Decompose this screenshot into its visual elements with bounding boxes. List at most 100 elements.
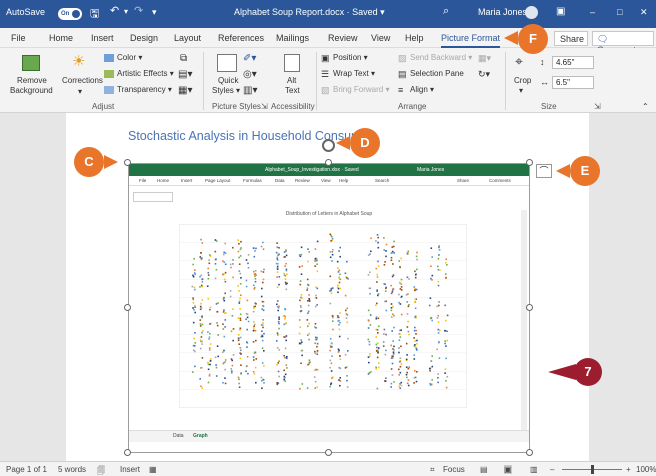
proofing-icon[interactable]: 🗐 <box>97 465 105 476</box>
undo-icon[interactable]: ↶ <box>110 4 119 17</box>
document-title[interactable]: Alphabet Soup Report.docx · Saved ▾ <box>234 7 385 18</box>
align-icon[interactable]: ≡ <box>398 85 403 95</box>
tab-review[interactable]: Review <box>328 33 358 43</box>
quick-styles-label-2[interactable]: Styles ▾ <box>212 86 240 95</box>
crop-label[interactable]: Crop <box>514 76 531 85</box>
ribbon-display-icon[interactable]: ▣ <box>556 6 565 17</box>
customize-toolbar-icon[interactable]: ▾ <box>152 7 157 18</box>
tab-picture-format[interactable]: Picture Format <box>441 33 501 48</box>
avatar[interactable] <box>525 6 538 19</box>
macro-icon[interactable]: ▦ <box>149 465 157 474</box>
picture-border-icon[interactable]: ✐▾ <box>243 53 256 64</box>
corrections-icon[interactable]: ☀ <box>72 52 85 70</box>
layout-options-icon[interactable]: ⌒ <box>536 164 552 178</box>
selection-pane-button[interactable]: Selection Pane <box>410 69 464 78</box>
resize-handle-top[interactable] <box>325 159 332 166</box>
reset-picture-icon[interactable]: ▦▾ <box>178 85 192 96</box>
scatter-point <box>247 266 250 269</box>
tab-references[interactable]: References <box>218 33 264 43</box>
send-backward-icon[interactable]: ▨ <box>398 53 407 64</box>
picture-effects-icon[interactable]: ◎▾ <box>243 69 257 80</box>
zoom-level[interactable]: 100% <box>636 465 656 474</box>
size-launcher-icon[interactable]: ⇲ <box>594 102 601 111</box>
close-icon[interactable]: ✕ <box>640 7 648 18</box>
resize-handle-bottom-left[interactable] <box>124 449 131 456</box>
scatter-point <box>283 355 285 357</box>
remove-background-label-2[interactable]: Background <box>10 86 53 95</box>
resize-handle-top-left[interactable] <box>124 159 131 166</box>
change-picture-icon[interactable]: ▤▾ <box>178 69 192 80</box>
color-icon[interactable] <box>104 54 114 62</box>
quick-styles-label-1[interactable]: Quick <box>218 76 238 85</box>
artistic-effects-icon[interactable] <box>104 70 114 78</box>
remove-background-label-1[interactable]: Remove <box>17 76 47 85</box>
artistic-effects-button[interactable]: Artistic Effects ▾ <box>117 69 174 78</box>
selection-pane-icon[interactable]: ▤ <box>398 69 407 80</box>
comments-button[interactable]: 🗨 Comments <box>592 31 654 55</box>
resize-handle-bottom-right[interactable] <box>526 449 533 456</box>
zoom-in-icon[interactable]: + <box>626 465 631 474</box>
resize-handle-left[interactable] <box>124 304 131 311</box>
resize-handle-right[interactable] <box>526 304 533 311</box>
focus-label[interactable]: Focus <box>443 465 465 474</box>
print-layout-icon[interactable]: ▣ <box>504 465 512 474</box>
tab-insert[interactable]: Insert <box>91 33 114 43</box>
minimize-icon[interactable]: – <box>590 7 595 17</box>
wrap-text-icon[interactable]: ☰ <box>321 69 329 80</box>
alt-text-label-1[interactable]: Alt <box>287 76 296 85</box>
tab-help[interactable]: Help <box>405 33 424 43</box>
corrections-dropdown-icon[interactable]: ▾ <box>78 87 82 96</box>
user-name[interactable]: Maria Jones <box>478 7 527 17</box>
tab-design[interactable]: Design <box>130 33 158 43</box>
crop-icon[interactable]: ⌖ <box>515 53 523 70</box>
position-icon[interactable]: ▣ <box>321 53 330 64</box>
quick-styles-icon[interactable] <box>217 54 237 72</box>
word-count[interactable]: 5 words <box>58 465 86 474</box>
tab-view[interactable]: View <box>371 33 390 43</box>
picture-layout-icon[interactable]: ▥▾ <box>243 85 257 96</box>
height-input[interactable]: 4.65" <box>552 56 594 69</box>
align-button[interactable]: Align ▾ <box>410 85 434 94</box>
search-icon[interactable]: ⌕ <box>443 5 449 18</box>
bring-forward-button[interactable]: Bring Forward ▾ <box>333 85 389 94</box>
share-button[interactable]: Share <box>554 31 588 46</box>
transparency-icon[interactable] <box>104 86 114 94</box>
alt-text-icon[interactable] <box>284 54 300 72</box>
tab-home[interactable]: Home <box>49 33 73 43</box>
read-mode-icon[interactable]: ▤ <box>480 465 488 474</box>
tab-mailings[interactable]: Mailings <box>276 33 309 43</box>
resize-handle-top-right[interactable] <box>526 159 533 166</box>
web-layout-icon[interactable]: ▥ <box>530 465 538 474</box>
picture-styles-launcher-icon[interactable]: ⇲ <box>261 102 268 111</box>
rotate-icon[interactable]: ↻▾ <box>478 69 490 80</box>
compress-pictures-icon[interactable]: ⧉ <box>180 53 187 64</box>
collapse-ribbon-icon[interactable]: ⌃ <box>642 102 649 111</box>
bring-forward-icon[interactable]: ▧ <box>321 85 330 96</box>
resize-handle-bottom[interactable] <box>325 449 332 456</box>
redo-icon[interactable]: ↷ <box>134 4 143 17</box>
group-icon[interactable]: ▦▾ <box>478 53 491 64</box>
rotation-handle-icon[interactable] <box>322 139 335 152</box>
transparency-button[interactable]: Transparency ▾ <box>117 85 172 94</box>
insert-mode[interactable]: Insert <box>120 465 140 474</box>
wrap-text-button[interactable]: Wrap Text ▾ <box>333 69 375 78</box>
width-input[interactable]: 6.5" <box>552 76 594 89</box>
crop-dropdown-icon[interactable]: ▾ <box>519 86 523 95</box>
tab-file[interactable]: File <box>11 33 26 43</box>
send-backward-button[interactable]: Send Backward ▾ <box>410 53 472 62</box>
position-button[interactable]: Position ▾ <box>333 53 368 62</box>
page-count[interactable]: Page 1 of 1 <box>6 465 47 474</box>
embedded-picture[interactable]: Alphabet_Soup_Investigation.xlsx · Saved… <box>128 163 530 453</box>
zoom-out-icon[interactable]: – <box>550 465 554 474</box>
focus-icon[interactable]: ⌗ <box>430 465 435 475</box>
undo-dropdown-icon[interactable]: ▾ <box>124 7 128 16</box>
save-icon[interactable]: 🖫 <box>90 5 99 24</box>
remove-background-icon[interactable] <box>22 55 40 71</box>
color-button[interactable]: Color ▾ <box>117 53 142 62</box>
tab-layout[interactable]: Layout <box>174 33 201 43</box>
autosave-toggle[interactable]: On <box>58 8 82 20</box>
zoom-slider-thumb[interactable] <box>591 465 594 474</box>
alt-text-label-2[interactable]: Text <box>285 86 300 95</box>
corrections-label[interactable]: Corrections <box>62 76 103 85</box>
maximize-icon[interactable]: □ <box>617 7 622 17</box>
